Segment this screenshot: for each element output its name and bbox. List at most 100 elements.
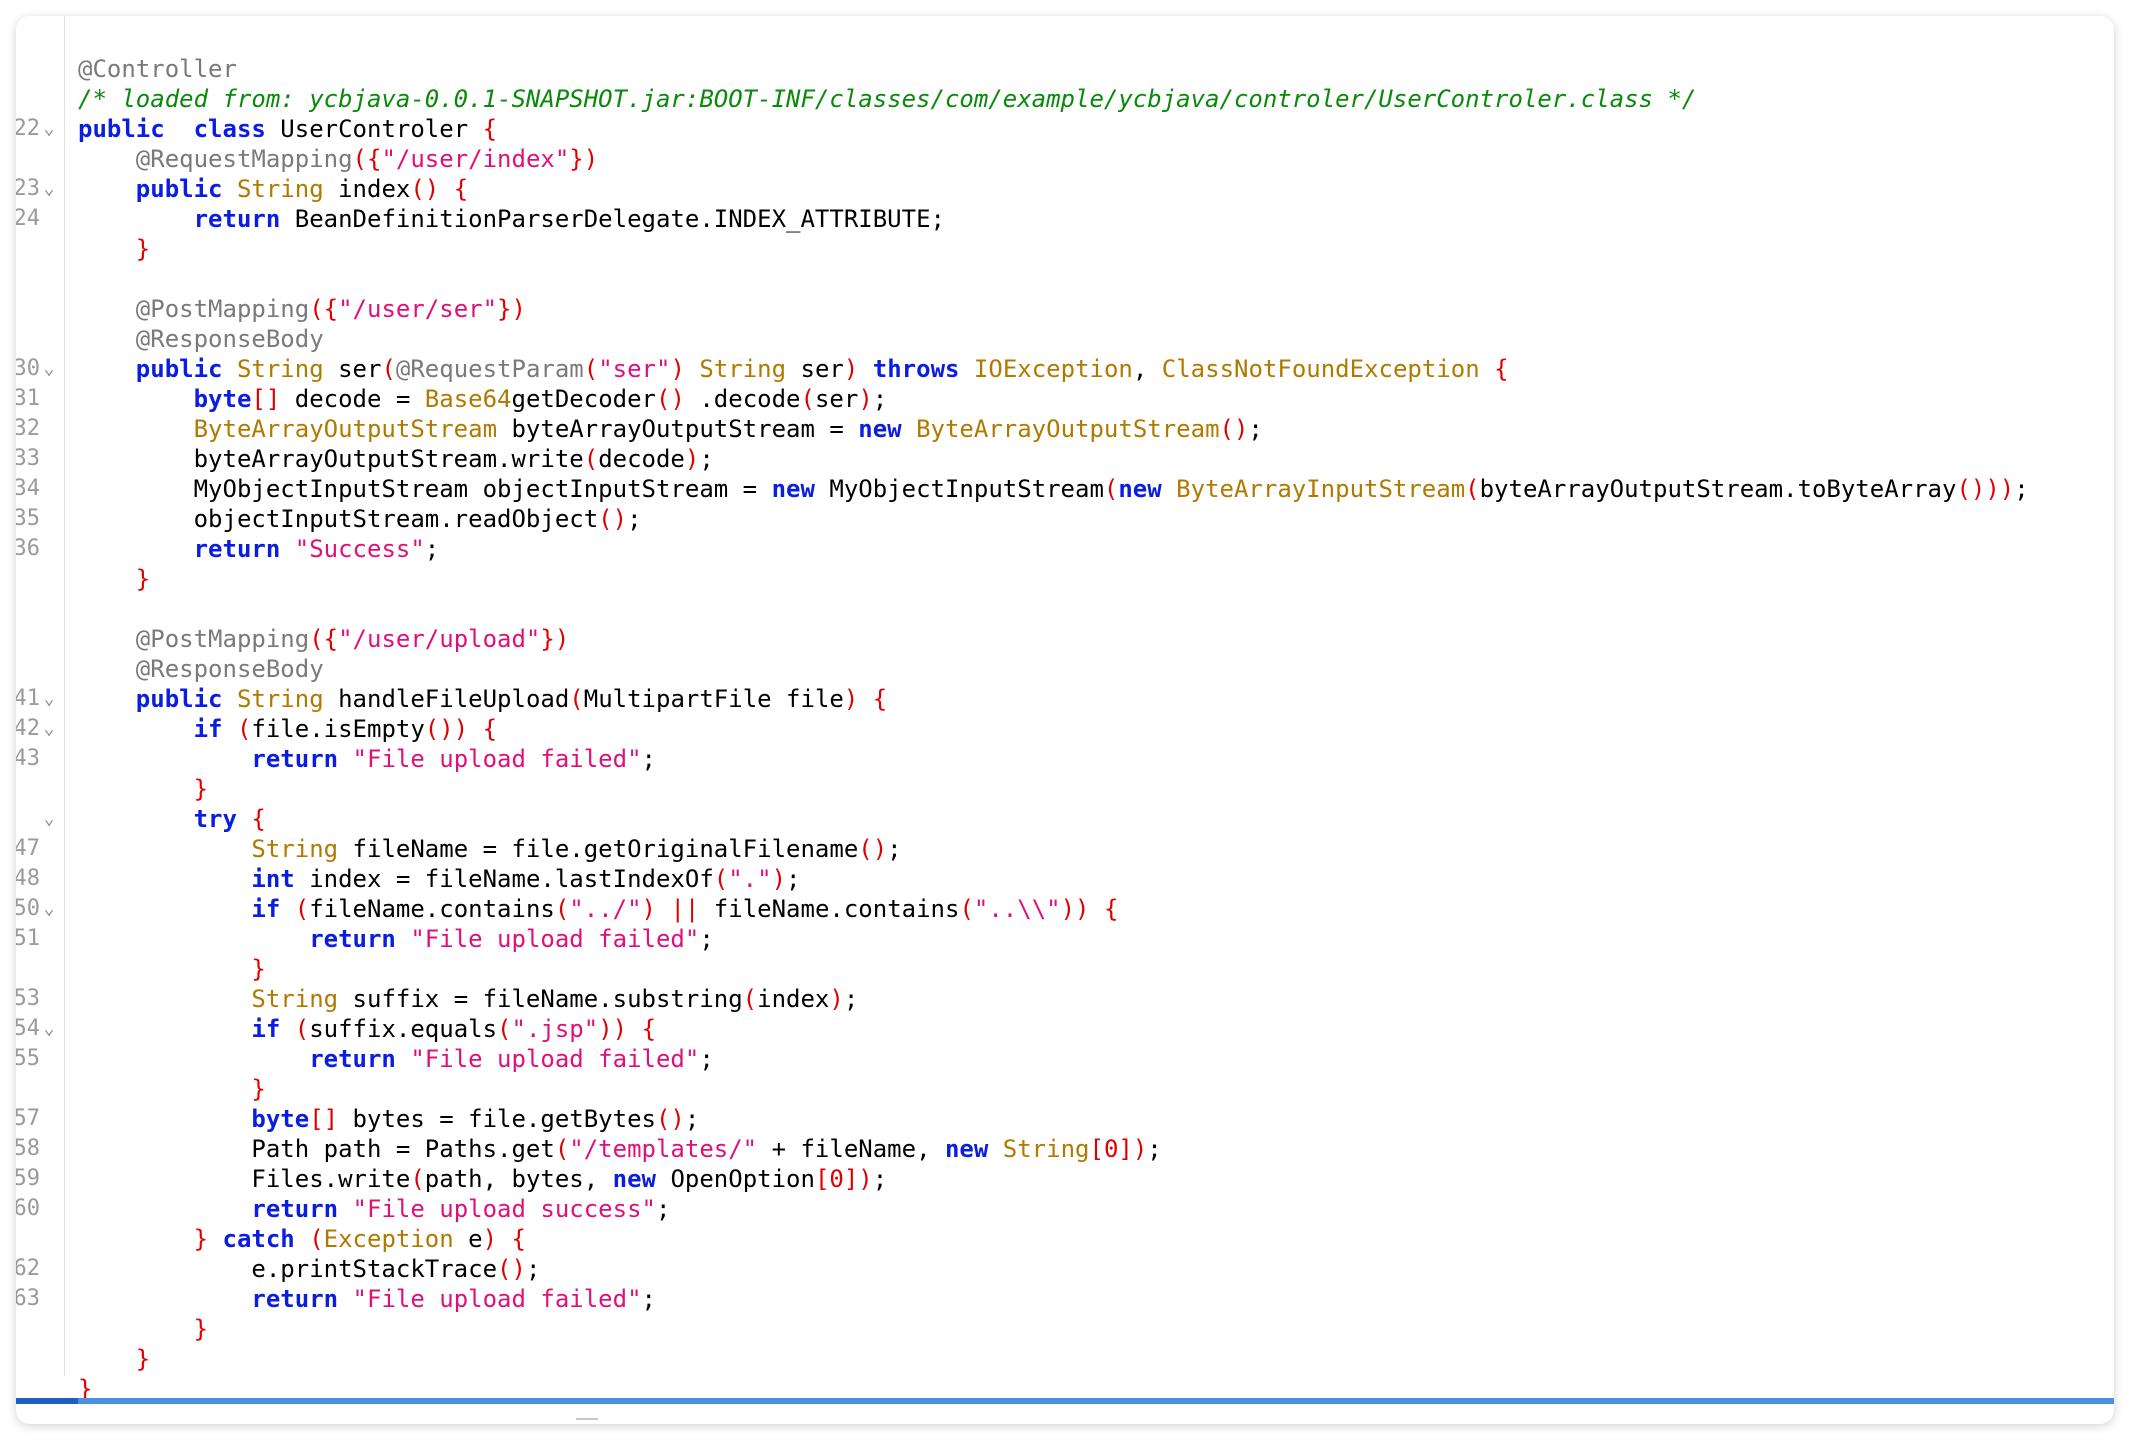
code-token: ; xyxy=(641,1285,656,1313)
horizontal-scrollbar[interactable] xyxy=(16,1398,2114,1404)
code-line[interactable]: @ResponseBody xyxy=(16,324,2114,354)
code-line[interactable]: @Controller xyxy=(16,54,2114,84)
code-line[interactable]: } xyxy=(16,234,2114,264)
code-line[interactable]: 42 ⌄ if (file.isEmpty()) { xyxy=(16,714,2114,744)
code-line[interactable]: 33 byteArrayOutputStream.write(decode); xyxy=(16,444,2114,474)
chevron-down-icon[interactable]: ⌄ xyxy=(38,684,60,714)
code-token: ( xyxy=(569,685,584,713)
code-text: return "File upload failed"; xyxy=(78,1284,656,1314)
code-line[interactable]: 22 ⌄ public class UserControler { xyxy=(16,114,2114,144)
code-token: () xyxy=(656,385,685,413)
code-token: return xyxy=(251,745,339,773)
chevron-down-icon[interactable]: ⌄ xyxy=(38,114,60,144)
code-line[interactable]: 34 MyObjectInputStream objectInputStream… xyxy=(16,474,2114,504)
code-line[interactable]: /* loaded from: ycbjava-0.0.1-SNAPSHOT.j… xyxy=(16,84,2114,114)
code-line[interactable]: 31 byte[] decode = Base64getDecoder() .d… xyxy=(16,384,2114,414)
code-line[interactable]: } xyxy=(16,774,2114,804)
code-token: () xyxy=(655,1105,685,1133)
chevron-down-icon[interactable]: ⌄ xyxy=(38,174,60,204)
code-line[interactable]: 48 int index = fileName.lastIndexOf(".")… xyxy=(16,864,2114,894)
code-token: } xyxy=(193,775,209,803)
line-number: 35 xyxy=(16,506,40,531)
chevron-down-icon[interactable]: ⌄ xyxy=(38,894,60,924)
code-text: @ResponseBody xyxy=(78,324,324,354)
code-line[interactable]: } xyxy=(16,564,2114,594)
code-line[interactable]: 57 byte[] bytes = file.getBytes(); xyxy=(16,1104,2114,1134)
code-token: Base64 xyxy=(424,385,512,413)
line-number: 58 xyxy=(16,1136,40,1161)
scrollbar-thumb[interactable] xyxy=(16,1398,78,1404)
chevron-down-icon[interactable]: ⌄ xyxy=(38,804,60,834)
code-line[interactable]: 24 return BeanDefinitionParserDelegate.I… xyxy=(16,204,2114,234)
code-text: public class UserControler { xyxy=(78,114,497,144)
code-line[interactable]: 58 Path path = Paths.get("/templates/" +… xyxy=(16,1134,2114,1164)
code-token: path, bytes, xyxy=(424,1165,613,1193)
code-line[interactable]: } xyxy=(16,954,2114,984)
chevron-down-icon[interactable]: ⌄ xyxy=(38,1014,60,1044)
code-line[interactable]: 35 objectInputStream.readObject(); xyxy=(16,504,2114,534)
code-line[interactable]: @RequestMapping({"/user/index"}) xyxy=(16,144,2114,174)
code-token: return xyxy=(193,535,281,563)
code-line[interactable]: 55 return "File upload failed"; xyxy=(16,1044,2114,1074)
code-line[interactable]: 43 return "File upload failed"; xyxy=(16,744,2114,774)
code-line[interactable]: } catch (Exception e) { xyxy=(16,1224,2114,1254)
code-token: new xyxy=(771,475,815,503)
code-token: ( xyxy=(742,985,758,1013)
code-line[interactable]: 32 ByteArrayOutputStream byteArrayOutput… xyxy=(16,414,2114,444)
code-line[interactable]: ⌄ try { xyxy=(16,804,2114,834)
code-line[interactable]: 60 return "File upload success"; xyxy=(16,1194,2114,1224)
code-token: String xyxy=(699,355,787,383)
code-line[interactable] xyxy=(16,264,2114,294)
code-token: ( xyxy=(294,895,310,923)
code-line[interactable]: 41 ⌄ public String handleFileUpload(Multi… xyxy=(16,684,2114,714)
code-line[interactable]: 62 e.printStackTrace(); xyxy=(16,1254,2114,1284)
code-text: @PostMapping({"/user/upload"}) xyxy=(78,624,570,654)
code-line[interactable]: 36 return "Success"; xyxy=(16,534,2114,564)
line-number: 59 xyxy=(16,1166,40,1191)
code-token: if xyxy=(251,895,281,923)
code-token: ( xyxy=(959,895,974,923)
code-line[interactable]: } xyxy=(16,1074,2114,1104)
code-line[interactable]: @PostMapping({"/user/ser"}) xyxy=(16,294,2114,324)
code-line[interactable]: 51 return "File upload failed"; xyxy=(16,924,2114,954)
code-token: "File upload failed" xyxy=(410,925,700,953)
code-token: "/user/upload" xyxy=(338,625,541,653)
code-token: Exception xyxy=(323,1225,454,1253)
code-token: [] xyxy=(251,385,281,413)
code-line[interactable]: 63 return "File upload failed"; xyxy=(16,1284,2114,1314)
code-line[interactable]: } xyxy=(16,1314,2114,1344)
code-text: if (fileName.contains("../") || fileName… xyxy=(78,894,1118,924)
code-line[interactable]: 47 String fileName = file.getOriginalFil… xyxy=(16,834,2114,864)
chevron-down-icon[interactable]: ⌄ xyxy=(38,714,60,744)
code-token: String xyxy=(236,685,324,713)
code-line[interactable]: @PostMapping({"/user/upload"}) xyxy=(16,624,2114,654)
code-line[interactable]: 23 ⌄ public String index() { xyxy=(16,174,2114,204)
code-line[interactable]: 30 ⌄ public String ser(@RequestParam("ser… xyxy=(16,354,2114,384)
chevron-down-icon[interactable]: ⌄ xyxy=(38,354,60,384)
code-editor[interactable]: @Controller/* loaded from: ycbjava-0.0.1… xyxy=(16,54,2114,1404)
code-token: )) xyxy=(598,1015,628,1043)
code-line[interactable]: 50 ⌄ if (fileName.contains("../") || file… xyxy=(16,894,2114,924)
code-line[interactable]: 59 Files.write(path, bytes, new OpenOpti… xyxy=(16,1164,2114,1194)
code-text: } xyxy=(78,234,150,264)
code-token: }) xyxy=(497,295,526,323)
code-line[interactable]: 54 ⌄ if (suffix.equals(".jsp")) { xyxy=(16,1014,2114,1044)
code-token: 0 xyxy=(829,1165,844,1193)
code-line[interactable] xyxy=(16,594,2114,624)
code-token: ( xyxy=(713,865,729,893)
code-line[interactable]: @ResponseBody xyxy=(16,654,2114,684)
code-line[interactable]: } xyxy=(16,1344,2114,1374)
code-line[interactable]: 53 String suffix = fileName.substring(in… xyxy=(16,984,2114,1014)
